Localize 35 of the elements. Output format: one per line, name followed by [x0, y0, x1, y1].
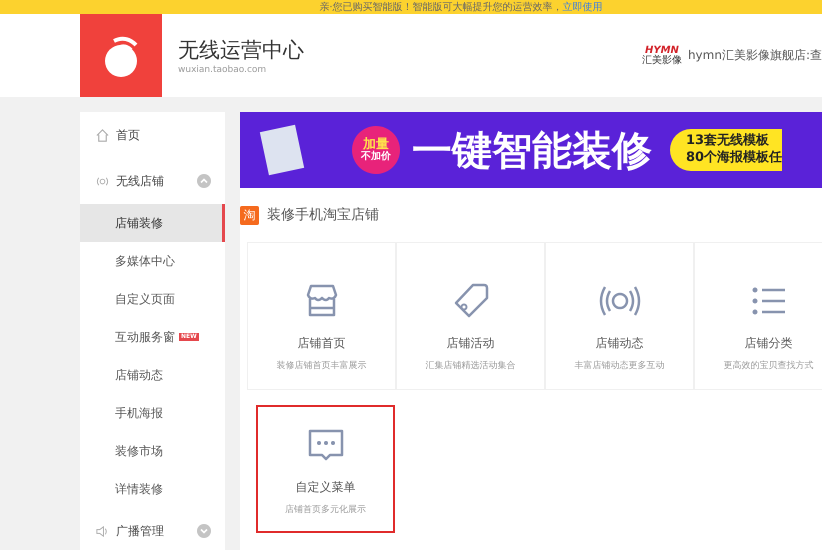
expand-icon[interactable]	[197, 524, 211, 538]
banner-pill: 13套无线模板 80个海报模板任	[670, 129, 782, 171]
store-logo: HYMN 汇美影像	[642, 46, 682, 66]
card-description: 丰富店铺动态更多互动	[574, 360, 664, 372]
sidebar-group[interactable]: 广播管理	[80, 508, 225, 550]
feature-card[interactable]: 自定义菜单 店铺首页多元化展示	[256, 405, 395, 533]
collapse-icon[interactable]	[197, 174, 211, 188]
card-title: 自定义菜单	[296, 479, 356, 496]
banner-headline: 一键智能装修	[412, 126, 652, 176]
taobao-icon: 淘	[240, 206, 259, 224]
sidebar-item[interactable]: 店铺动态	[80, 356, 225, 394]
sidebar-item[interactable]: 自定义页面	[80, 280, 225, 318]
sidebar-group[interactable]: 无线店铺	[80, 158, 225, 204]
sidebar-group[interactable]: 首页	[80, 112, 225, 158]
card-title: 店铺分类	[744, 335, 792, 352]
sidebar-item[interactable]: 详情装修	[80, 470, 225, 508]
promo-badge: 加量 不加价	[352, 126, 400, 174]
home-icon	[95, 128, 110, 142]
promo-banner[interactable]: 加量 不加价 一键智能装修 13套无线模板 80个海报模板任	[240, 112, 822, 188]
card-description: 装修店铺首页丰富展示	[276, 360, 366, 372]
sidebar-item[interactable]: 店铺装修	[80, 204, 225, 242]
card-description: 更高效的宝贝查找方式	[724, 360, 814, 372]
card-description: 汇集店铺精选活动集合	[426, 360, 516, 372]
app-domain: wuxian.taobao.com	[178, 65, 268, 75]
notice-text: 亲·您已购买智能版！智能版可大幅提升您的运营效率，立即使用	[319, 2, 603, 14]
sidebar-item[interactable]: 装修市场	[80, 432, 225, 470]
card-description: 店铺首页多元化展示	[285, 504, 366, 516]
sidebar-item[interactable]: 手机海报	[80, 394, 225, 432]
sidebar-item[interactable]: 多媒体中心	[80, 242, 225, 280]
app-title: 无线运营中心	[178, 37, 304, 64]
card-title: 店铺首页	[298, 335, 346, 352]
section-title: 装修手机淘宝店铺	[267, 206, 379, 224]
card-title: 店铺活动	[446, 335, 494, 352]
card-title: 店铺动态	[596, 335, 644, 352]
store-name[interactable]: hymn汇美影像旗舰店:查	[688, 47, 822, 64]
